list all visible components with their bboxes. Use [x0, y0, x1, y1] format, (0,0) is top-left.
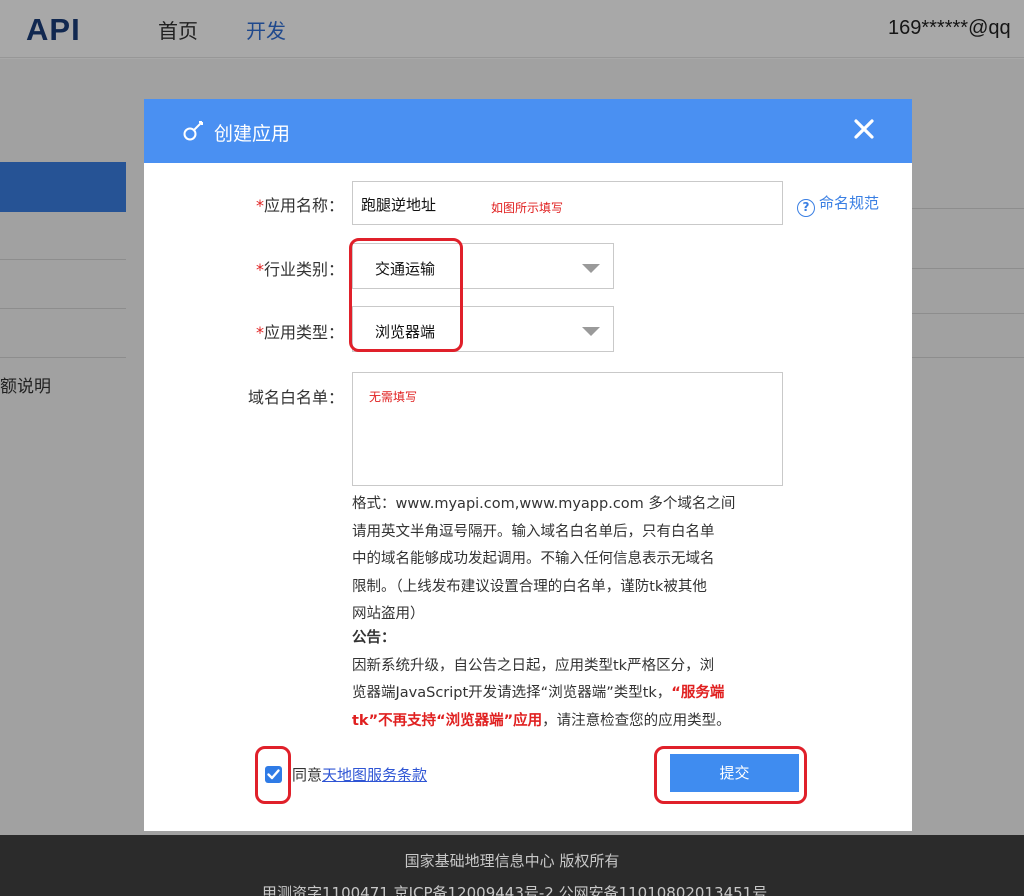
no-fill-note: 无需填写: [369, 390, 418, 404]
dialog-title: 创建应用: [214, 123, 291, 145]
page-footer: 国家基础地理信息中心 版权所有 甲测资字1100471 京ICP备1200944…: [0, 835, 1024, 896]
app-type-label: *应用类型：: [255, 323, 344, 342]
chevron-down-icon: [582, 264, 600, 273]
question-icon: ?: [797, 199, 815, 217]
whitelist-textarea[interactable]: 无需填写: [352, 372, 783, 486]
dialog-header: 创建应用: [144, 99, 912, 163]
notice: 公告： 因新系统升级，自公告之日起，应用类型tk严格区分，浏 览器端JavaSc…: [352, 625, 731, 735]
annotation-highlight: [255, 746, 291, 804]
chevron-down-icon: [582, 327, 600, 336]
app-name-label: *应用名称：: [255, 196, 344, 215]
footer-copyright: 国家基础地理信息中心 版权所有: [404, 852, 620, 870]
app-name-value: 跑腿逆地址: [361, 196, 437, 214]
notice-title: 公告：: [352, 630, 396, 646]
app-name-input[interactable]: 跑腿逆地址 如图所示填写: [352, 181, 783, 225]
terms-link[interactable]: 天地图服务条款: [322, 766, 427, 784]
industry-label: *行业类别：: [255, 260, 344, 279]
annotation-highlight: [654, 746, 807, 804]
naming-rules-link[interactable]: ? 命名规范: [797, 192, 879, 217]
footer-license: 甲测资字1100471 京ICP备12009443号-2 公网安备1101080…: [262, 884, 768, 896]
fill-hint-note: 如图所示填写: [491, 201, 564, 215]
annotation-highlight: [349, 238, 463, 352]
close-icon[interactable]: [850, 115, 878, 143]
create-app-dialog: 创建应用 *应用名称： 跑腿逆地址 如图所示填写 ? 命名规范 *行业类别： 交通…: [144, 99, 912, 831]
agree-text: 同意天地图服务条款: [292, 766, 428, 784]
whitelist-label: 域名白名单：: [247, 388, 344, 407]
format-note: 格式：www.myapi.com,www.myapp.com 多个域名之间 请用…: [352, 496, 736, 622]
key-icon: [183, 121, 203, 141]
